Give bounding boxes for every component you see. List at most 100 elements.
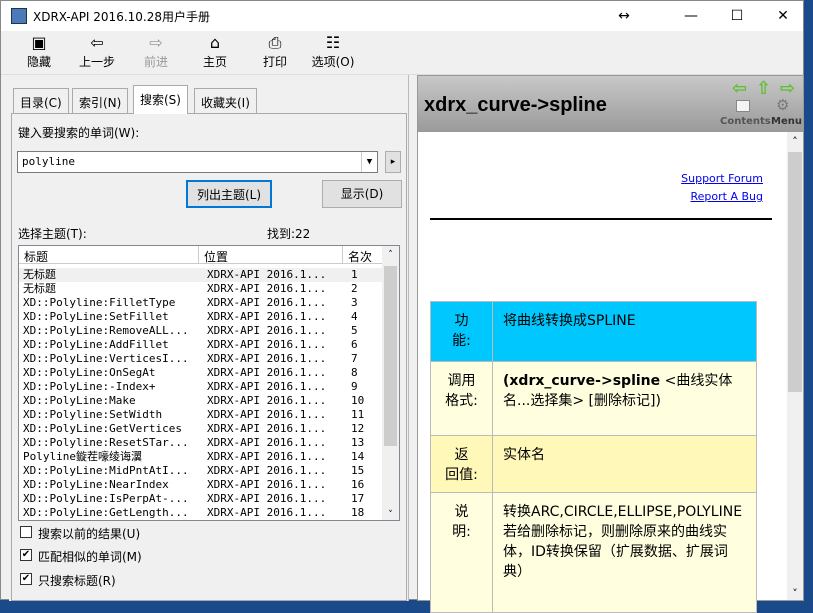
result-row[interactable]: XD::PolyLine:OnSegAt XDRX-API 2016.1... 8 (19, 366, 383, 380)
result-row[interactable]: XD::PolyLine:RemoveALL... XDRX-API 2016.1… (19, 324, 383, 338)
result-title: 无标题 (23, 282, 56, 295)
display-button[interactable]: 显示(D) (322, 180, 402, 208)
scroll-thumb[interactable] (788, 152, 802, 392)
result-location: XDRX-API 2016.1... (207, 338, 327, 351)
function-table: 功 能: 将曲线转换成SPLINE 调用格式: (xdrx_curve->spline… (430, 301, 757, 613)
column-title[interactable]: 标题 (19, 246, 199, 264)
result-row[interactable]: XD::Polyline:FilletType XDRX-API 2016.1..… (19, 296, 383, 310)
result-rank: 3 (351, 296, 358, 309)
result-location: XDRX-API 2016.1... (207, 450, 327, 463)
result-location: XDRX-API 2016.1... (207, 352, 327, 365)
contents-link[interactable]: Contents (720, 116, 771, 127)
navigation-pane: 目录(C) 索引(N) 搜索(S) 收藏夹(I) 键入要搜索的单词(W): po… (9, 75, 409, 601)
print-button[interactable]: ⎙ 打印 (259, 33, 291, 70)
result-location: XDRX-API 2016.1... (207, 422, 327, 435)
row-label: 说 明: (430, 492, 493, 613)
result-row[interactable]: XD::PolyLine:SetFillet XDRX-API 2016.1...… (19, 310, 383, 324)
search-previous-checkbox[interactable] (20, 526, 32, 538)
search-panel: 键入要搜索的单词(W): polyline ▼ ▸ 列出主题(L) 显示(D) 选… (11, 113, 407, 601)
result-row[interactable]: XD::Polyline:SetWidth XDRX-API 2016.1... 1… (19, 408, 383, 422)
result-row[interactable]: XD::PolyLine:Make XDRX-API 2016.1... 10 (19, 394, 383, 408)
result-title: XD::PolyLine:OnSegAt (23, 366, 156, 379)
row-value: 转换ARC,CIRCLE,ELLIPSE,POLYLINE若给删除标记，则删除原… (492, 492, 757, 613)
column-location[interactable]: 位置 (199, 246, 343, 264)
search-previous-label: 搜索以前的结果(U) (38, 527, 141, 541)
table-row: 调用格式: (xdrx_curve->spline <曲线实体名...选择集> [… (430, 361, 757, 436)
app-icon (11, 8, 27, 24)
result-location: XDRX-API 2016.1... (207, 408, 327, 421)
result-rank: 8 (351, 366, 358, 379)
result-location: XDRX-API 2016.1... (207, 310, 327, 323)
tab-index[interactable]: 索引(N) (72, 88, 129, 113)
hide-button[interactable]: ▣ 隐藏 (23, 33, 55, 70)
row-value: 实体名 (492, 435, 757, 493)
result-rank: 13 (351, 436, 365, 449)
topic-scrollbar[interactable]: ˄ ˅ (787, 132, 803, 600)
result-location: XDRX-API 2016.1... (207, 324, 327, 337)
forward-button[interactable]: ⇨ 前进 (139, 33, 173, 70)
result-rank: 14 (351, 450, 365, 463)
tab-search[interactable]: 搜索(S) (133, 85, 188, 114)
result-title: XD::PolyLine:GetVertices (23, 422, 182, 435)
result-rank: 4 (351, 310, 358, 323)
support-forum-link[interactable]: Support Forum (681, 172, 763, 185)
resize-icon: ↔ (618, 8, 630, 24)
back-button[interactable]: ⇦ 上一步 (75, 33, 119, 70)
options-button[interactable]: ☷ 选项(O) (309, 33, 357, 70)
match-similar-checkbox[interactable]: ✔ (20, 549, 32, 561)
result-rank: 2 (351, 282, 358, 295)
result-title: XD::PolyLine:SetFillet (23, 310, 169, 323)
dropdown-arrow-icon[interactable]: ▼ (361, 152, 377, 172)
result-row[interactable]: XD::PolyLine:IsPerpAt-... XDRX-API 2016.1… (19, 492, 383, 506)
home-button[interactable]: ⌂ 主页 (199, 33, 231, 70)
result-title: XD::PolyLine:AddFillet (23, 338, 169, 351)
contents-icon[interactable] (736, 100, 750, 112)
search-input[interactable]: polyline ▼ (17, 151, 378, 173)
result-row[interactable]: XD::PolyLine:AddFillet XDRX-API 2016.1...… (19, 338, 383, 352)
tab-favorites[interactable]: 收藏夹(I) (194, 88, 257, 113)
result-location: XDRX-API 2016.1... (207, 366, 327, 379)
add-term-button[interactable]: ▸ (385, 151, 401, 173)
back-arrow-icon: ⇦ (90, 33, 104, 52)
minimize-button[interactable]: — (668, 1, 714, 31)
gear-icon[interactable]: ⚙ (776, 96, 789, 114)
table-row: 功 能: 将曲线转换成SPLINE (430, 301, 757, 362)
scroll-thumb[interactable] (384, 266, 397, 446)
result-row[interactable]: 无标题 XDRX-API 2016.1... 1 (19, 268, 383, 282)
maximize-button[interactable]: ☐ (714, 1, 760, 31)
list-scrollbar[interactable]: ˄ ˅ (382, 246, 399, 520)
title-bar: XDRX-API 2016.10.28用户手册 ↔ — ☐ ✕ (1, 1, 803, 31)
result-location: XDRX-API 2016.1... (207, 436, 327, 449)
select-topic-label: 选择主题(T): (18, 227, 87, 241)
topic-header: xdrx_curve->spline ⇦ ⇧ ⇨ ⚙ Contents Menu (418, 76, 803, 132)
previous-topic-icon[interactable]: ⇦ (732, 78, 747, 99)
menu-link[interactable]: Menu (771, 116, 802, 127)
result-title: XD::PolyLine:GetLength... (23, 506, 189, 519)
result-location: XDRX-API 2016.1... (207, 506, 327, 519)
row-label: 功 能: (430, 301, 493, 362)
column-rank[interactable]: 名次 (343, 246, 383, 264)
list-topics-button[interactable]: 列出主题(L) (186, 180, 272, 208)
results-list[interactable]: 标题 位置 名次 无标题 XDRX-API 2016.1... 1 无标题 XDRX-A… (18, 245, 400, 521)
result-row[interactable]: XD::PolyLine:GetLength... XDRX-API 2016.1… (19, 506, 383, 520)
result-row[interactable]: XD::Polyline:ResetSTar... XDRX-API 2016.1… (19, 436, 383, 450)
result-row[interactable]: XD::PolyLine:-Index+ XDRX-API 2016.1... 9 (19, 380, 383, 394)
titles-only-checkbox[interactable]: ✔ (20, 573, 32, 585)
row-value: (xdrx_curve->spline <曲线实体名...选择集> [删除标记]… (492, 361, 757, 436)
close-button[interactable]: ✕ (760, 1, 806, 31)
result-row[interactable]: XD::PolyLine:NearIndex XDRX-API 2016.1...… (19, 478, 383, 492)
result-row[interactable]: XD::PolyLine:VerticesI... XDRX-API 2016.1… (19, 352, 383, 366)
parent-topic-icon[interactable]: ⇧ (756, 78, 771, 99)
result-row[interactable]: XD::PolyLine:GetVertices XDRX-API 2016.1.… (19, 422, 383, 436)
result-row[interactable]: Polyline鏇茬嚎绫诲瀷 XDRX-API 2016.1... 14 (19, 450, 383, 464)
result-rank: 16 (351, 478, 365, 491)
result-row[interactable]: 无标题 XDRX-API 2016.1... 2 (19, 282, 383, 296)
result-title: XD::Polyline:ResetSTar... (23, 436, 189, 449)
report-bug-link[interactable]: Report A Bug (691, 190, 763, 203)
tab-contents[interactable]: 目录(C) (13, 88, 69, 113)
result-rank: 5 (351, 324, 358, 337)
result-title: XD::Polyline:SetWidth (23, 408, 163, 421)
row-value: 将曲线转换成SPLINE (492, 301, 757, 362)
result-row[interactable]: XD::PolyLine:MidPntAtI... XDRX-API 2016.1… (19, 464, 383, 478)
result-rank: 1 (351, 268, 358, 281)
